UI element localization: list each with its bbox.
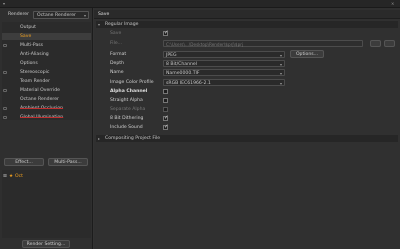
tree-item[interactable]: Ambient Occlusion: [2, 105, 91, 112]
depth-value: 8 Bit/Channel: [166, 61, 198, 67]
tree-item-checkbox[interactable]: [3, 70, 7, 74]
tree-item[interactable]: Multi-Pass: [2, 42, 91, 49]
file-clear-button[interactable]: [384, 40, 395, 47]
name-value: Name0000.TIF: [166, 70, 200, 76]
regular-image-section[interactable]: ▾ Regular Image: [96, 21, 398, 28]
straight-alpha-label: Straight Alpha: [110, 98, 143, 103]
color-profile-value: sRGB IEC61966-2.1: [166, 80, 211, 86]
title-bar: ▾ ×: [0, 0, 400, 8]
name-label: Name: [110, 70, 124, 75]
separate-alpha-label: Separate Alpha: [110, 107, 146, 112]
tree-item-label: Save: [20, 34, 32, 39]
straight-alpha-checkbox[interactable]: [163, 98, 168, 103]
preset-list: ⊠ ★ Oct: [2, 170, 91, 238]
save-tab-header: Save: [94, 10, 400, 19]
tree-item[interactable]: Anti-Aliasing: [2, 51, 91, 58]
tree-item[interactable]: Team Render: [2, 78, 91, 85]
separate-alpha-checkbox[interactable]: [163, 107, 168, 112]
renderer-select[interactable]: Octane Renderer ▾: [33, 11, 89, 19]
check-icon: ✓: [164, 115, 169, 121]
tree-item-label: Ambient Occlusion: [20, 106, 64, 111]
render-setting-button[interactable]: Render Setting...: [22, 240, 70, 248]
color-profile-select[interactable]: sRGB IEC61966-2.1 ▾: [163, 79, 285, 86]
include-sound-checkbox[interactable]: ✓: [163, 124, 169, 130]
compositing-title: Compositing Project File: [105, 136, 161, 141]
alpha-channel-label: Alpha Channel: [110, 89, 148, 94]
tree-item-label: Anti-Aliasing: [20, 52, 49, 57]
render-settings-tree: Output Save Multi-Pass Anti-Aliasing Options…: [2, 22, 91, 120]
tree-item[interactable]: Stereoscopic: [2, 69, 91, 76]
include-sound-label: Include Sound: [110, 125, 143, 130]
dithering-label: 8 Bit Dithering: [110, 116, 144, 121]
check-icon: ✓: [164, 30, 169, 36]
section-expand-icon: ▾: [98, 22, 101, 27]
window-menu-icon[interactable]: ▾: [3, 0, 5, 7]
tree-item-checkbox[interactable]: [3, 43, 7, 47]
section-collapse-icon: ▸: [98, 136, 101, 141]
chevron-down-icon: ▾: [84, 13, 87, 18]
renderer-select-value: Octane Renderer: [37, 13, 76, 18]
depth-label: Depth: [110, 61, 124, 66]
file-path-field[interactable]: C:\Users\...\Desktop\Render\$prj\$prj: [163, 40, 363, 47]
tree-item-label: Team Render: [20, 79, 50, 84]
file-label: File...: [110, 41, 123, 46]
name-select[interactable]: Name0000.TIF ▾: [163, 69, 285, 76]
check-icon: ✓: [164, 124, 169, 130]
tree-item-label: Material Override: [20, 88, 60, 93]
file-browse-button[interactable]: [370, 40, 381, 47]
preset-star-icon: ★: [9, 174, 14, 179]
save-label: Save: [110, 31, 122, 36]
chevron-down-icon: ▾: [280, 70, 283, 76]
options-button[interactable]: Options...: [290, 50, 324, 58]
compositing-section[interactable]: ▸ Compositing Project File: [96, 135, 398, 142]
tree-item-checkbox[interactable]: [3, 106, 7, 110]
tree-item[interactable]: Global Illumination: [2, 114, 91, 121]
color-profile-label: Image Color Profile: [110, 80, 154, 85]
tree-item-checkbox[interactable]: [3, 88, 7, 92]
tree-item-label: Multi-Pass: [20, 43, 44, 48]
window-close-icon[interactable]: ×: [391, 0, 394, 7]
tree-item[interactable]: Options: [2, 60, 91, 67]
preset-toggle-icon[interactable]: ⊠: [3, 173, 7, 180]
tree-item-checkbox[interactable]: [3, 115, 7, 119]
format-label: Format: [110, 52, 127, 57]
save-checkbox[interactable]: ✓: [163, 30, 169, 36]
tree-item-label: Octane Renderer: [20, 97, 59, 102]
tree-item-label: Global Illumination: [20, 115, 64, 120]
format-value: JPEG: [166, 52, 177, 58]
tree-item[interactable]: Octane Renderer: [2, 96, 91, 103]
tab-save[interactable]: Save: [98, 11, 109, 18]
chevron-down-icon: ▾: [280, 80, 283, 86]
tree-item[interactable]: Material Override: [2, 87, 91, 94]
alpha-channel-checkbox[interactable]: [163, 89, 168, 94]
format-select[interactable]: JPEG ▾: [163, 51, 285, 58]
tree-item-label: Output: [20, 25, 36, 30]
depth-select[interactable]: 8 Bit/Channel ▾: [163, 60, 285, 67]
tree-item[interactable]: Output: [2, 24, 91, 31]
renderer-label: Renderer: [8, 12, 29, 17]
tree-item-label: Options: [20, 61, 38, 66]
chevron-down-icon: ▾: [280, 52, 283, 58]
preset-name[interactable]: Oct: [15, 173, 23, 180]
file-path-value: C:\Users\...\Desktop\Render\$prj\$prj: [166, 41, 244, 47]
tree-item-label: Stereoscopic: [20, 70, 50, 75]
chevron-down-icon: ▾: [280, 61, 283, 67]
effect-button[interactable]: Effect...: [4, 158, 44, 166]
tree-item[interactable]: Save: [2, 33, 91, 40]
regular-image-title: Regular Image: [105, 22, 139, 27]
dithering-checkbox[interactable]: ✓: [163, 115, 169, 121]
multipass-button[interactable]: Multi-Pass...: [48, 158, 88, 166]
